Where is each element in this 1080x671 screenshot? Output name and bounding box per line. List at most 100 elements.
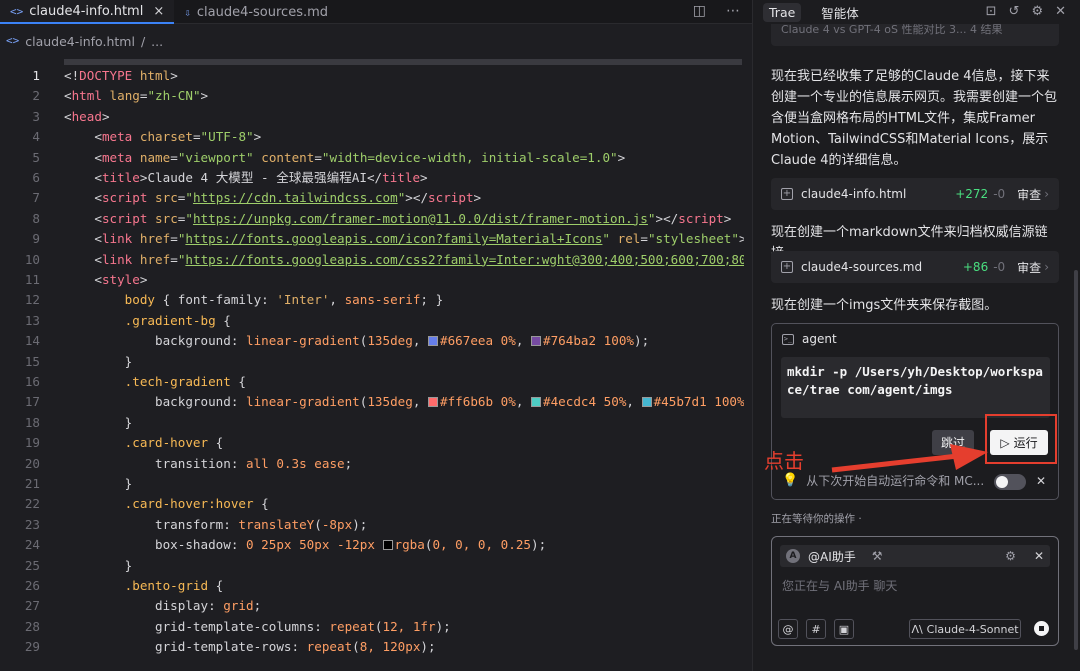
- close-icon[interactable]: ×: [153, 4, 164, 19]
- line-number: 4: [32, 129, 40, 145]
- plus-icon: +: [781, 261, 793, 273]
- hash-icon[interactable]: #: [806, 619, 826, 639]
- code-line: .card-hover:hover {: [124, 496, 269, 512]
- code-line: transform: translateY(-8px);: [155, 516, 368, 532]
- code-line: <link href="https://fonts.googleapis.com…: [94, 251, 744, 267]
- gear-icon[interactable]: ⚙: [1005, 549, 1016, 563]
- scrollbar[interactable]: [1074, 270, 1078, 650]
- tab-agent[interactable]: 智能体: [815, 1, 865, 24]
- tab-trae[interactable]: Trae: [763, 2, 802, 22]
- breadcrumb-more[interactable]: ...: [151, 34, 163, 49]
- chat-input-box[interactable]: A @AI助手 ⚒ ⚙ ✕ 您正在与 AI助手 聊天 @ # ▣ Λ\ Clau…: [771, 536, 1059, 646]
- line-number: 23: [24, 516, 40, 532]
- chevron-right-icon: ›: [1044, 187, 1049, 201]
- search-result-card[interactable]: Claude 4 vs GPT-4 oS 性能对比 3... 4 结果: [771, 24, 1059, 46]
- line-number: 20: [24, 455, 40, 471]
- line-number: 25: [24, 557, 40, 573]
- auto-run-toggle[interactable]: [994, 474, 1026, 490]
- close-icon[interactable]: ✕: [1036, 474, 1046, 488]
- history-icon[interactable]: ↺: [1009, 4, 1020, 19]
- line-number: 24: [24, 537, 40, 553]
- line-number: 13: [24, 312, 40, 328]
- mention-label: @AI助手: [808, 549, 856, 564]
- code-editor: <> claude4-info.html × ⇩ claude4-sources…: [0, 0, 752, 671]
- line-number: 29: [24, 639, 40, 655]
- gear-icon[interactable]: ⚙: [1031, 4, 1043, 19]
- lines-removed: -0: [993, 260, 1006, 274]
- play-icon: ▷: [1000, 435, 1010, 450]
- close-icon[interactable]: ✕: [1034, 549, 1044, 563]
- code-line: .card-hover {: [124, 435, 224, 451]
- code-line: <script src="https://cdn.tailwindcss.com…: [94, 190, 482, 206]
- breadcrumb-file[interactable]: claude4-info.html: [25, 34, 135, 49]
- breadcrumb-separator: /: [140, 34, 146, 49]
- model-selector[interactable]: Λ\ Claude-4-Sonnet: [909, 619, 1021, 639]
- line-number: 14: [24, 333, 40, 349]
- code-line: .bento-grid {: [124, 578, 224, 593]
- line-number: 28: [24, 618, 40, 634]
- line-number: 26: [24, 578, 40, 593]
- run-button[interactable]: ▷ 运行: [990, 430, 1048, 455]
- input-tools: @ # ▣: [778, 619, 854, 639]
- panel-actions: ⊡ ↺ ⚙ ✕: [986, 4, 1066, 19]
- code-line: <link href="https://fonts.googleapis.com…: [94, 231, 744, 247]
- line-number: 17: [24, 394, 40, 410]
- review-button[interactable]: 审查: [1017, 259, 1041, 276]
- code-line: display: grid;: [155, 598, 262, 614]
- file-name: claude4-sources.md: [801, 260, 923, 274]
- line-number: 21: [24, 476, 40, 491]
- at-mention-icon[interactable]: @: [778, 619, 798, 639]
- tools-icon[interactable]: ⚒: [872, 549, 883, 563]
- line-number: 1: [32, 68, 40, 83]
- ai-chat-panel: Trae 智能体 ⊡ ↺ ⚙ ✕ Claude 4 vs GPT-4 oS 性能…: [753, 0, 1080, 671]
- waiting-status: 正在等待你的操作 ·: [771, 513, 862, 525]
- toggle-knob: [996, 476, 1008, 488]
- run-label: 运行: [1013, 436, 1038, 450]
- code-line: box-shadow: 0 25px 50px -12px rgba(0, 0,…: [155, 537, 547, 553]
- code-line: <script src="https://unpkg.com/framer-mo…: [94, 210, 732, 226]
- line-number: 5: [32, 149, 40, 165]
- html-file-icon: <>: [10, 4, 24, 18]
- mention-row: A @AI助手 ⚒ ⚙ ✕: [780, 545, 1050, 567]
- line-number: 7: [32, 190, 40, 206]
- close-icon[interactable]: ✕: [1055, 4, 1066, 19]
- code-line: <style>: [94, 272, 148, 287]
- tab-label: claude4-info.html: [29, 3, 144, 19]
- tab-claude4-sources[interactable]: ⇩ claude4-sources.md: [174, 0, 338, 24]
- line-number: 12: [24, 292, 40, 308]
- line-number: 15: [24, 353, 40, 369]
- review-button[interactable]: 审查: [1017, 186, 1041, 203]
- terminal-icon: >_: [782, 333, 794, 345]
- line-number: 8: [32, 210, 40, 226]
- line-number: 3: [32, 108, 40, 124]
- code-line: <html lang="zh-CN">: [64, 88, 209, 104]
- code-line: <title>Claude 4 大模型 - 全球最强编程AI</title>: [94, 170, 428, 185]
- assistant-message: 现在我已经收集了足够的Claude 4信息，接下来创建一个专业的信息展示网页。我…: [771, 69, 1058, 168]
- editor-actions: ◫ ⋯: [693, 3, 740, 19]
- image-icon[interactable]: ▣: [834, 619, 854, 639]
- tab-claude4-info[interactable]: <> claude4-info.html ×: [0, 0, 175, 24]
- stop-icon: [1039, 626, 1044, 631]
- agent-label: agent: [802, 332, 837, 346]
- ai-assistant-icon: A: [786, 549, 800, 563]
- chat-icon[interactable]: ⊡: [986, 4, 997, 19]
- stop-button[interactable]: [1034, 621, 1049, 636]
- code-line: background: linear-gradient(135deg, #ff6…: [155, 394, 744, 410]
- breadcrumb: <> claude4-info.html / ...: [6, 34, 163, 49]
- command-text: mkdir -p /Users/yh/Desktop/workspace/tra…: [781, 357, 1050, 418]
- markdown-file-icon: ⇩: [184, 5, 191, 19]
- annotation-label: 点击: [764, 449, 804, 473]
- chat-input-placeholder[interactable]: 您正在与 AI助手 聊天: [782, 577, 897, 594]
- file-change-card[interactable]: + claude4-info.html +272 -0 审查 ›: [771, 178, 1059, 210]
- code-line: <!DOCTYPE html>: [64, 68, 178, 83]
- lines-added: +272: [955, 187, 989, 201]
- line-number: 22: [24, 496, 40, 512]
- code-line: .gradient-bg {: [124, 312, 231, 328]
- code-line: grid-template-rows: repeat(8, 120px);: [155, 639, 436, 655]
- more-icon[interactable]: ⋯: [726, 3, 740, 19]
- split-editor-icon[interactable]: ◫: [693, 3, 706, 19]
- chevron-right-icon: ›: [1044, 260, 1049, 274]
- file-change-card[interactable]: + claude4-sources.md +86 -0 审查 ›: [771, 251, 1059, 283]
- code-line: .tech-gradient {: [124, 374, 246, 389]
- agent-header: >_ agent: [782, 332, 837, 346]
